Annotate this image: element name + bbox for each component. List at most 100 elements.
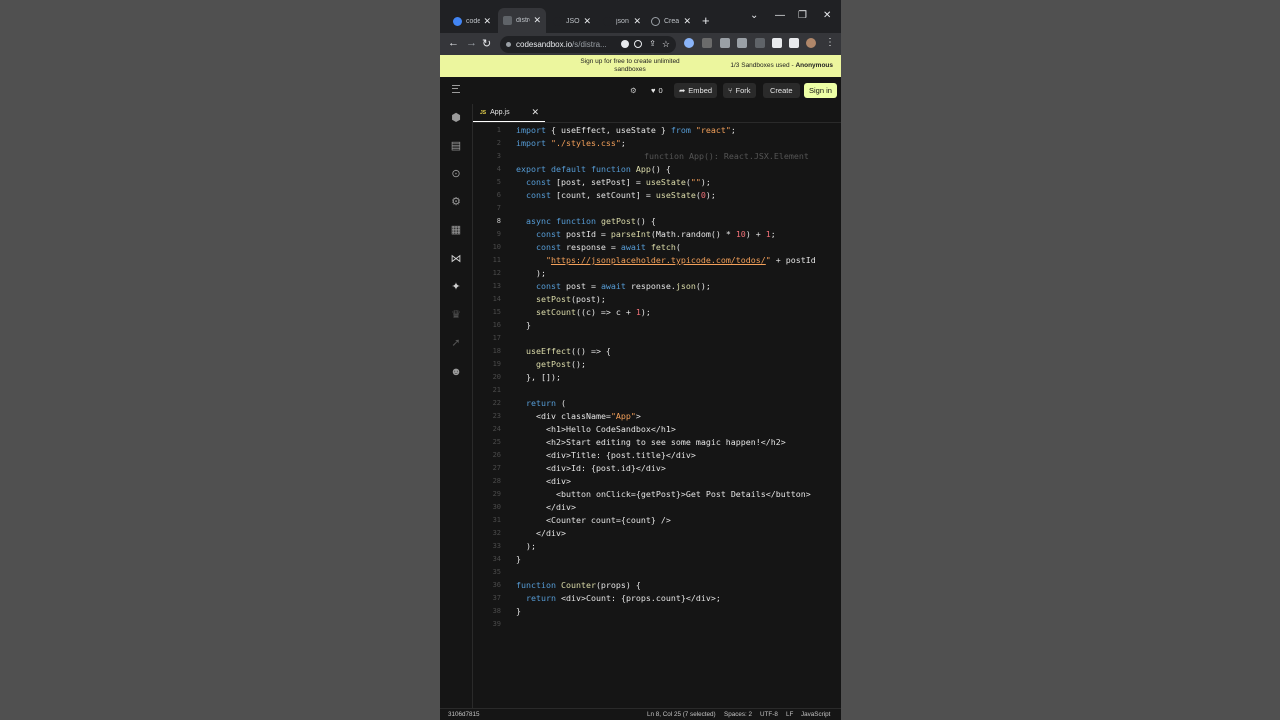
code-line[interactable]: 34} <box>473 553 841 566</box>
code-line[interactable]: 3 function App(): React.JSX.Element <box>473 150 841 163</box>
back-icon[interactable]: ← <box>448 37 459 49</box>
window-close-icon[interactable]: ✕ <box>823 10 831 21</box>
gear-icon[interactable]: ⚙ <box>450 196 462 208</box>
like-button[interactable]: ♥ 0 <box>646 83 668 98</box>
extension-icon[interactable] <box>720 38 730 48</box>
google-lens-icon[interactable] <box>621 40 629 48</box>
code-line[interactable]: 26 <div>Title: {post.title}</div> <box>473 449 841 462</box>
code-line[interactable]: 14 setPost(post); <box>473 293 841 306</box>
extension-icon[interactable] <box>755 38 765 48</box>
new-tab-button[interactable]: + <box>702 13 710 28</box>
code-line[interactable]: 37 return <div>Count: {props.count}</div… <box>473 592 841 605</box>
line-endings[interactable]: LF <box>786 711 793 718</box>
cube-icon[interactable]: ⬢ <box>450 112 462 124</box>
code-line[interactable]: 20 }, []); <box>473 371 841 384</box>
code-line[interactable]: 19 getPost(); <box>473 358 841 371</box>
sparkle-icon[interactable]: ✦ <box>450 281 462 293</box>
puzzle-icon[interactable] <box>772 38 782 48</box>
forward-icon[interactable]: → <box>466 37 477 49</box>
sandbox-id[interactable]: 3106d7815 <box>448 711 480 718</box>
code-line[interactable]: 38} <box>473 605 841 618</box>
encoding[interactable]: UTF-8 <box>760 711 778 718</box>
code-line[interactable]: 28 <div> <box>473 475 841 488</box>
code-line[interactable]: 21 <box>473 384 841 397</box>
search-icon[interactable]: ⊙ <box>450 168 462 180</box>
fork-button[interactable]: ⑂ Fork <box>723 83 756 98</box>
code-line[interactable]: 30 </div> <box>473 501 841 514</box>
bookmark-star-icon[interactable]: ☆ <box>662 39 670 50</box>
browser-tab-4[interactable]: json ✕ <box>598 10 646 32</box>
menu-icon[interactable] <box>452 85 460 93</box>
translate-icon[interactable] <box>634 40 642 48</box>
code-line[interactable]: 11 "https://jsonplaceholder.typicode.com… <box>473 254 841 267</box>
extension-icon[interactable] <box>684 38 694 48</box>
close-icon[interactable]: ✕ <box>580 16 591 27</box>
extension-icon[interactable] <box>702 38 712 48</box>
code-line[interactable]: 12 ); <box>473 267 841 280</box>
code-line[interactable]: 4 export default function App() { <box>473 163 841 176</box>
code-line[interactable]: 17 <box>473 332 841 345</box>
code-line[interactable]: 35 <box>473 566 841 579</box>
code-line[interactable]: 10 const response = await fetch( <box>473 241 841 254</box>
code-editor[interactable]: 1 import { useEffect, useState } from "re… <box>473 124 841 708</box>
code-line[interactable]: 8 async function getPost() { <box>473 215 841 228</box>
indentation[interactable]: Spaces: 2 <box>724 711 752 718</box>
file-icon[interactable]: ▤ <box>450 140 462 152</box>
code-line[interactable]: 23 <div className="App"> <box>473 410 841 423</box>
code-line[interactable]: 9 const postId = parseInt(Math.random() … <box>473 228 841 241</box>
editor-tab-app-js[interactable]: JS App.js ✕ <box>473 104 545 122</box>
code-line[interactable]: 18 useEffect(() => { <box>473 345 841 358</box>
browser-tab-1[interactable]: code ✕ <box>448 10 496 32</box>
close-icon[interactable]: ✕ <box>480 16 491 27</box>
reload-icon[interactable]: ↻ <box>482 37 491 50</box>
code-line[interactable]: 15 setCount((c) => c + 1); <box>473 306 841 319</box>
minimize-icon[interactable]: — <box>775 10 785 21</box>
code-line[interactable]: 33 ); <box>473 540 841 553</box>
language-mode[interactable]: JavaScript <box>801 711 830 718</box>
settings-button[interactable]: ⚙ <box>625 83 642 98</box>
create-button[interactable]: Create <box>763 83 800 98</box>
code-line[interactable]: 31 <Counter count={count} /> <box>473 514 841 527</box>
docker-icon[interactable]: ▦ <box>450 224 462 236</box>
close-icon[interactable]: ✕ <box>680 16 691 27</box>
activity-bar: ⬢ ▤ ⊙ ⚙ ▦ ⋈ ✦ ♛ ➚ ☻ <box>440 104 473 708</box>
code-line[interactable]: 24 <h1>Hello CodeSandbox</h1> <box>473 423 841 436</box>
code-line[interactable]: 16 } <box>473 319 841 332</box>
code-line[interactable]: 29 <button onClick={getPost}>Get Post De… <box>473 488 841 501</box>
kebab-menu-icon[interactable]: ⋮ <box>825 37 835 48</box>
code-line[interactable]: 32 </div> <box>473 527 841 540</box>
code-line[interactable]: 25 <h2>Start editing to see some magic h… <box>473 436 841 449</box>
code-line[interactable]: 1 import { useEffect, useState } from "re… <box>473 124 841 137</box>
embed-button[interactable]: ➦ Embed <box>674 83 718 98</box>
vscode-icon[interactable]: ⋈ <box>450 253 462 265</box>
rocket-icon[interactable]: ➚ <box>450 337 462 349</box>
site-info-icon[interactable] <box>506 42 511 47</box>
code-line[interactable]: 6 const [count, setCount] = useState(0); <box>473 189 841 202</box>
code-line[interactable]: 2 import "./styles.css"; <box>473 137 841 150</box>
tab-search-icon[interactable]: ⌄ <box>750 10 758 21</box>
sign-in-button[interactable]: Sign in <box>804 83 837 98</box>
sidepanel-icon[interactable] <box>789 38 799 48</box>
maximize-icon[interactable]: ❐ <box>798 10 807 21</box>
code-line[interactable]: 36 function Counter(props) { <box>473 579 841 592</box>
code-line[interactable]: 22 return ( <box>473 397 841 410</box>
line-number: 6 <box>496 191 501 199</box>
close-icon[interactable]: ✕ <box>531 107 539 118</box>
share-icon[interactable]: ⇪ <box>649 39 656 48</box>
trophy-icon[interactable]: ♛ <box>450 309 462 321</box>
code-line[interactable]: 7 <box>473 202 841 215</box>
close-icon[interactable]: ✕ <box>530 15 541 26</box>
browser-tab-2[interactable]: distro ✕ <box>498 8 546 33</box>
code-line[interactable]: 39 <box>473 618 841 631</box>
code-line[interactable]: 13 const post = await response.json(); <box>473 280 841 293</box>
extension-icon[interactable] <box>737 38 747 48</box>
profile-avatar[interactable] <box>806 38 816 48</box>
users-icon[interactable]: ☻ <box>450 366 462 378</box>
browser-tab-5[interactable]: Crea ✕ <box>646 10 696 32</box>
code-line[interactable]: 5 const [post, setPost] = useState(""); <box>473 176 841 189</box>
code-line[interactable]: 27 <div>Id: {post.id}</div> <box>473 462 841 475</box>
address-bar[interactable]: codesandbox.io/s/distra... ⇪ ☆ <box>500 36 676 53</box>
browser-tab-3[interactable]: JSON ✕ <box>548 10 596 32</box>
cursor-position[interactable]: Ln 8, Col 25 (7 selected) <box>647 711 716 718</box>
close-icon[interactable]: ✕ <box>630 16 641 27</box>
